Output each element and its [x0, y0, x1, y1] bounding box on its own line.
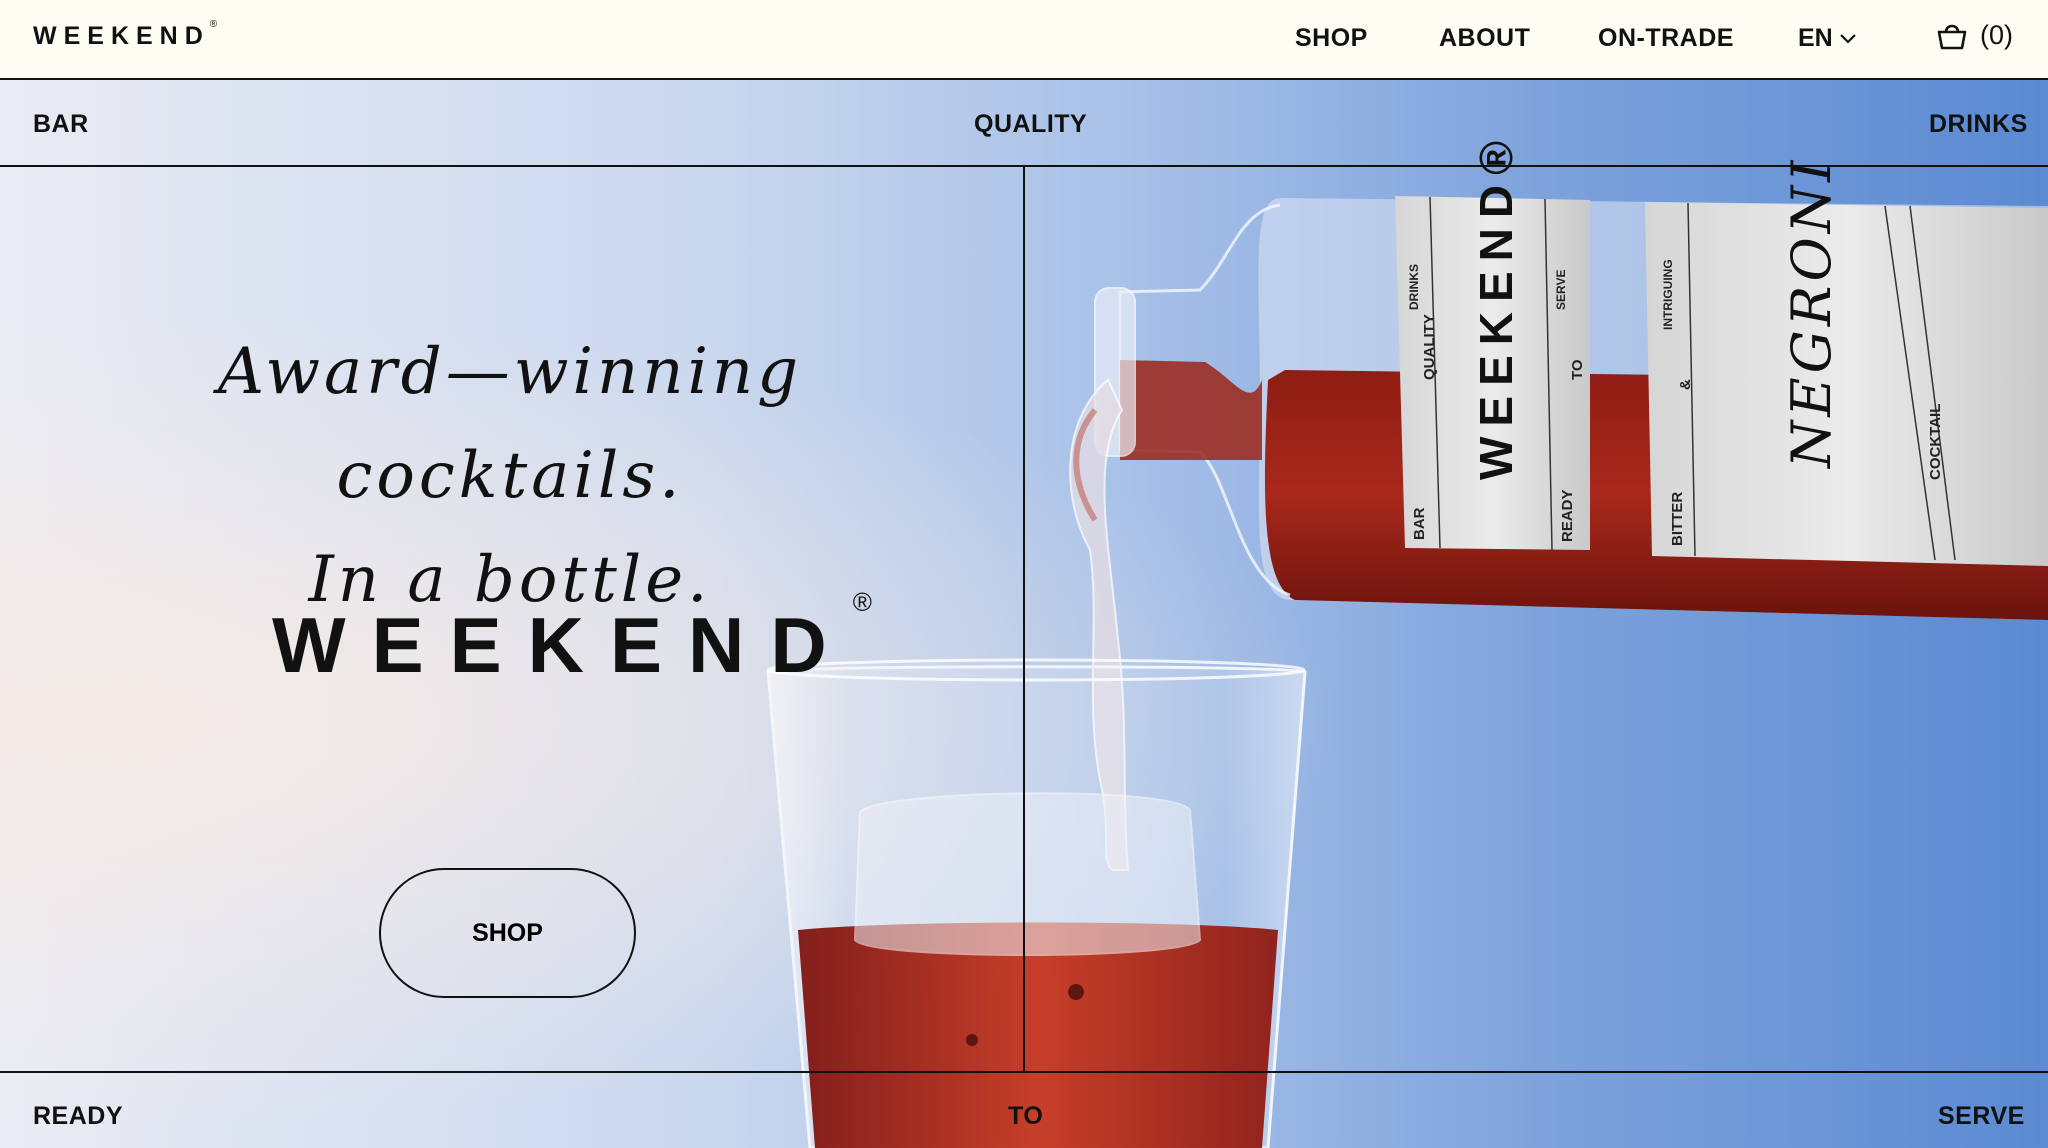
cart-count: (0) [1980, 20, 2013, 50]
band-label-to: TO [1008, 1102, 1044, 1130]
nav-on-trade-link[interactable]: ON-TRADE [1598, 24, 1734, 53]
hero-section: WEEKEND® NEGRONI QUALITY BAR DRINKS SERV… [0, 80, 2048, 1148]
rocks-glass [766, 658, 1307, 1148]
headline-line-1: Award—winning cocktails. [217, 335, 803, 513]
band-label-quality: QUALITY [974, 110, 1088, 138]
band-label-bar: BAR [33, 110, 89, 138]
hero-brand-wordmark: WEEKEND® [272, 587, 872, 691]
registered-mark: ® [209, 18, 218, 30]
bottle-product-text: NEGRONI [1780, 157, 1843, 470]
bottle-word: QUALITY [1421, 314, 1438, 380]
bottle-word: SERVE [1554, 270, 1568, 310]
cart-button[interactable]: (0) [1936, 20, 2013, 51]
band-label-ready: READY [33, 1102, 124, 1130]
nav-about-link[interactable]: ABOUT [1439, 24, 1530, 53]
site-header: WEEKEND® SHOP ABOUT ON-TRADE EN (0) [0, 0, 2048, 80]
chevron-down-icon [1839, 33, 1856, 44]
bottle-brand-text: WEEKEND® [1470, 131, 1522, 480]
bottle: WEEKEND® NEGRONI QUALITY BAR DRINKS SERV… [1094, 131, 2048, 620]
brand-logo[interactable]: WEEKEND® [33, 18, 218, 51]
language-label: EN [1798, 24, 1833, 52]
registered-mark: ® [852, 587, 872, 617]
hero-headline: Award—winning cocktails. In a bottle. [90, 320, 930, 632]
band-label-serve: SERVE [1938, 1102, 2025, 1130]
basket-icon [1937, 24, 1967, 49]
bottle-word: & [1677, 379, 1694, 390]
nav-shop-link[interactable]: SHOP [1295, 24, 1368, 53]
bottle-word: READY [1559, 489, 1576, 542]
bottle-word: BITTER [1669, 492, 1686, 546]
logo-text: WEEKEND [33, 22, 210, 50]
bottle-word: DRINKS [1407, 264, 1421, 310]
language-selector[interactable]: EN [1798, 24, 1857, 53]
grid-line-center [1023, 165, 1025, 1073]
shop-button[interactable]: SHOP [379, 868, 636, 998]
brand-wordmark-text: WEEKEND [272, 601, 853, 689]
bottle-word: INTRIGUING [1661, 259, 1675, 330]
bottle-word: TO [1569, 359, 1586, 380]
bottle-word: COCKTAIL [1927, 404, 1944, 480]
band-label-drinks: DRINKS [1929, 110, 2028, 138]
bottle-word: BAR [1411, 507, 1428, 540]
